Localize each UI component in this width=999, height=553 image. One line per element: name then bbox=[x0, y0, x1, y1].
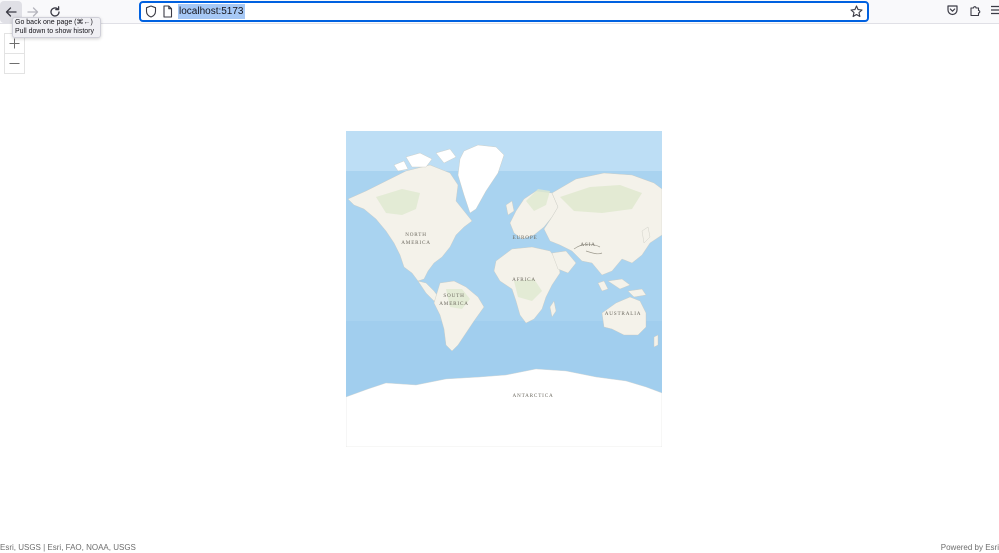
tooltip-line-2: Pull down to show history bbox=[15, 27, 94, 35]
map-attribution: Esri, USGS | Esri, FAO, NOAA, USGS Power… bbox=[0, 541, 999, 553]
label-north-america-line1: NORTH bbox=[405, 232, 427, 238]
new-zealand bbox=[653, 334, 659, 348]
page-icon[interactable] bbox=[162, 5, 173, 18]
label-africa: AFRICA bbox=[512, 277, 536, 283]
pocket-button[interactable] bbox=[946, 4, 959, 17]
shield-icon[interactable] bbox=[145, 5, 157, 18]
label-europe: EUROPE bbox=[513, 235, 538, 241]
map-canvas[interactable]: NORTH AMERICA EUROPE ASIA AFRICA SOUTH A… bbox=[346, 131, 662, 447]
label-antarctica: ANTARCTICA bbox=[512, 393, 553, 399]
label-north-america-line2: AMERICA bbox=[401, 240, 431, 246]
star-icon[interactable] bbox=[850, 5, 863, 18]
label-australia: AUSTRALIA bbox=[605, 311, 642, 317]
zoom-out-button[interactable] bbox=[4, 53, 25, 74]
powered-by-esri[interactable]: Powered by Esri bbox=[941, 543, 999, 553]
label-asia: ASIA bbox=[580, 242, 595, 248]
world-map[interactable]: NORTH AMERICA EUROPE ASIA AFRICA SOUTH A… bbox=[346, 131, 662, 447]
address-bar[interactable]: localhost:5173 bbox=[139, 1, 869, 22]
attribution-credits[interactable]: Esri, USGS | Esri, FAO, NOAA, USGS bbox=[0, 543, 136, 553]
app-menu-button[interactable] bbox=[991, 4, 999, 16]
tooltip-line-1: Go back one page (⌘←) bbox=[15, 19, 93, 26]
arctic-ocean bbox=[346, 131, 662, 171]
puzzle-icon bbox=[970, 6, 981, 17]
url-text[interactable]: localhost:5173 bbox=[178, 4, 245, 19]
label-south-america-line2: AMERICA bbox=[439, 301, 469, 307]
label-south-america-line1: SOUTH bbox=[443, 293, 464, 299]
pocket-icon bbox=[947, 5, 958, 16]
extensions-button[interactable] bbox=[969, 4, 982, 17]
back-button-tooltip: Go back one page (⌘←) Pull down to show … bbox=[12, 17, 101, 38]
plus-icon bbox=[9, 38, 20, 49]
hamburger-menu-icon bbox=[991, 5, 999, 15]
minus-icon bbox=[9, 63, 20, 64]
browser-toolbar: localhost:5173 bbox=[0, 0, 999, 24]
